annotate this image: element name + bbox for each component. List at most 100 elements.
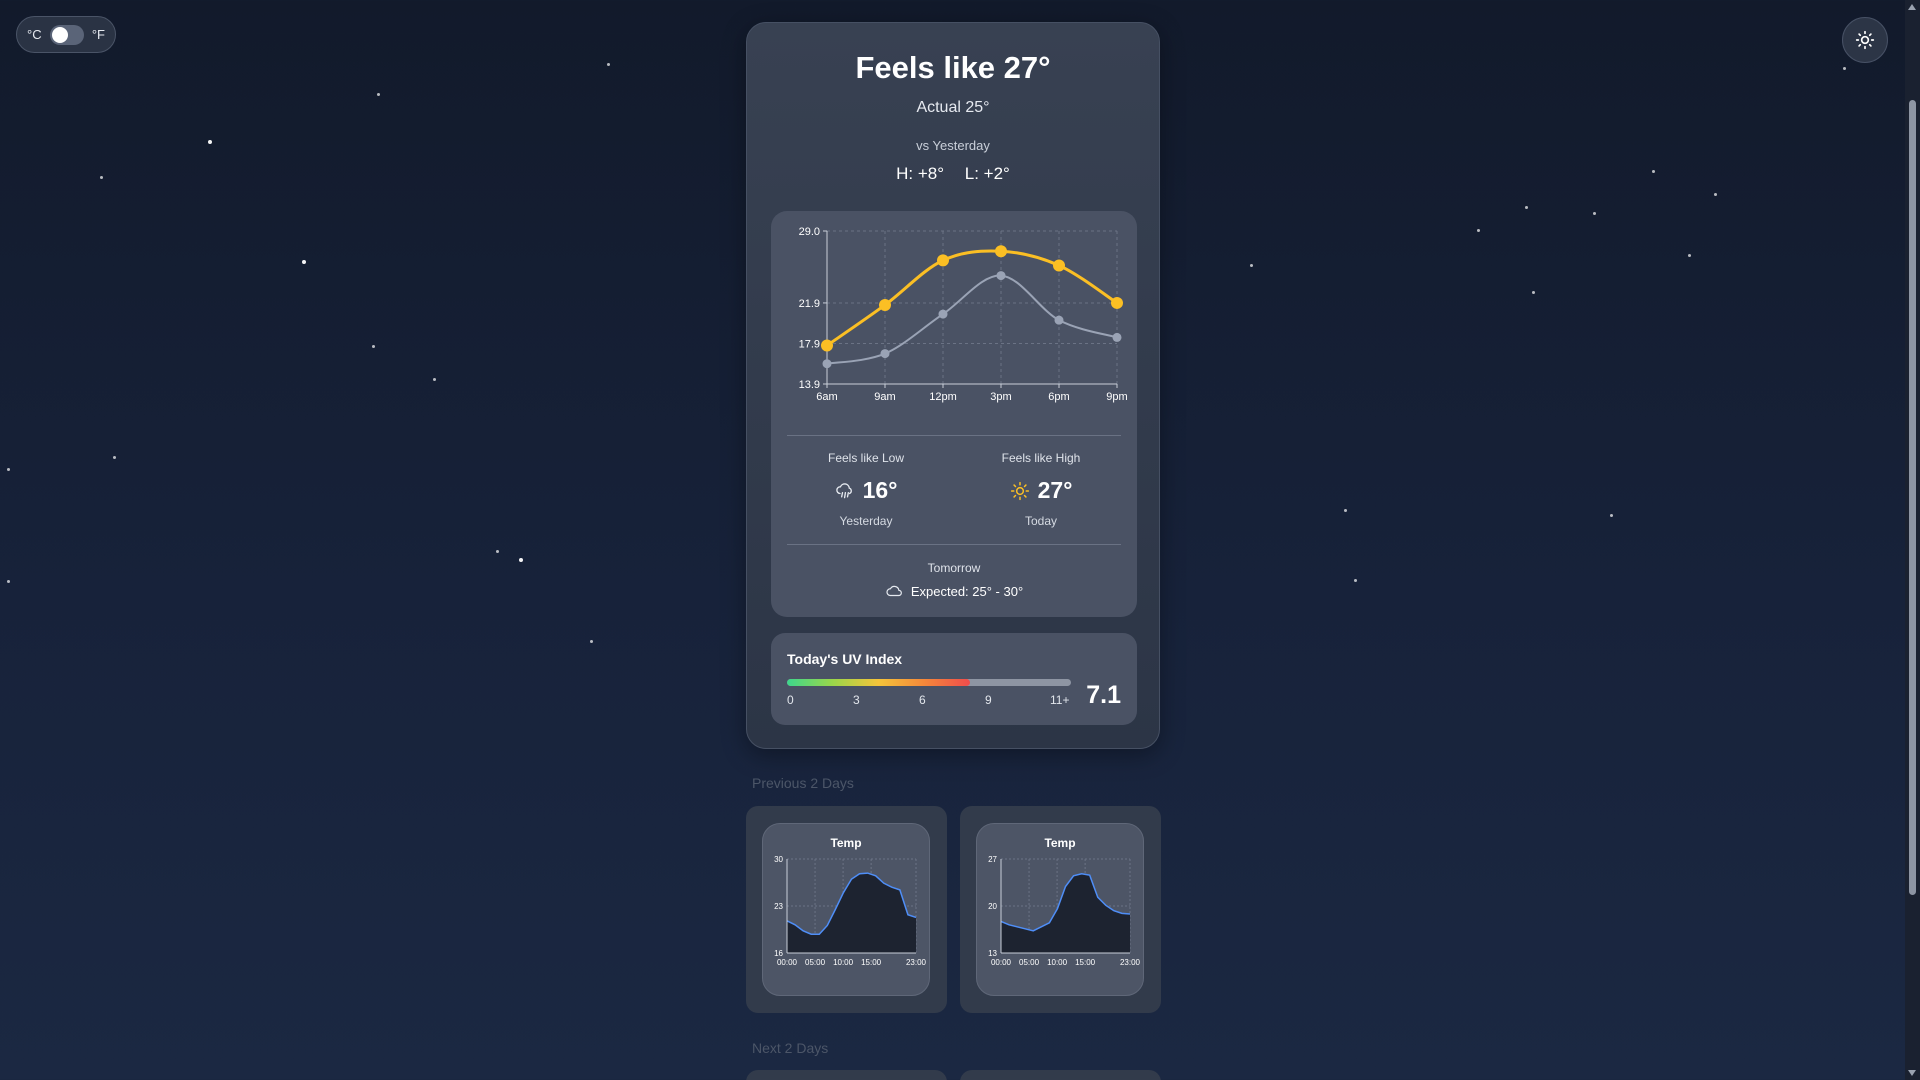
uv-scale-label: 3 [853, 693, 860, 707]
vs-yesterday-label: vs Yesterday [916, 138, 990, 153]
scroll-up-arrow-icon[interactable] [1908, 4, 1916, 10]
x-tick-label: 9am [874, 391, 895, 403]
today-data-point [995, 245, 1007, 258]
previous-day-card[interactable]: Temp 30 23 16 00:00 05:00 10:00 15:00 23:00 [746, 806, 947, 1013]
today-series-line [826, 249, 1118, 347]
star-dot [208, 140, 212, 144]
x-tick-label: 15:00 [861, 958, 882, 967]
actual-temperature: Actual 25° [916, 99, 990, 116]
tomorrow-forecast: Tomorrow Expected: 25° - 30° [771, 561, 1137, 600]
yesterday-data-point [938, 309, 948, 319]
x-tick-label: 00:00 [777, 958, 798, 967]
scroll-down-arrow-icon[interactable] [1908, 1070, 1916, 1076]
previous-days-heading: Previous 2 Days [752, 775, 854, 791]
rain-cloud-icon [835, 482, 852, 498]
comparison-panel: 6am 9am 12pm 3pm 6pm 9pm 29.0 21.9 17.9 13.9 Feel… [771, 211, 1137, 617]
uv-index-title: Today's UV Index [787, 651, 903, 667]
next-days-heading: Next 2 Days [752, 1040, 829, 1056]
page-scrollbar[interactable] [1905, 0, 1920, 1080]
star-dot [7, 468, 10, 471]
y-tick-label: 17.9 [799, 338, 820, 350]
y-tick-label: 30 [774, 855, 783, 864]
high-diff: H: +8° [896, 164, 945, 183]
tomorrow-expected: Expected: 25° - 30° [910, 583, 1024, 599]
star-dot [1688, 254, 1691, 257]
celsius-label: °C [27, 27, 42, 42]
feels-high-value-row: 27° [966, 477, 1116, 504]
tomorrow-label: Tomorrow [927, 561, 981, 575]
star-dot [519, 558, 523, 562]
uv-index-bar-fill [787, 679, 971, 686]
yesterday-data-point [822, 359, 832, 369]
feels-low-value-row: 16° [791, 477, 941, 504]
uv-index-bar [787, 679, 1071, 686]
uv-scale-label: 9 [985, 693, 992, 707]
star-dot [1610, 514, 1613, 517]
star-dot [433, 378, 436, 381]
feels-like-card: Feels like 27° Actual 25° vs Yesterday H… [746, 22, 1160, 749]
previous-day-card[interactable]: Temp 27 20 13 00:00 05:00 10:00 15:00 23:00 [960, 806, 1161, 1013]
feels-high-label: Feels like High [1001, 451, 1081, 465]
star-dot [1525, 206, 1528, 209]
x-tick-label: 23:00 [1120, 958, 1141, 967]
star-dot [1344, 509, 1347, 512]
sun-icon [1855, 30, 1875, 50]
feels-like-low: Feels like Low 16° Yesterday [791, 451, 941, 528]
y-tick-label: 29.0 [799, 226, 820, 238]
uv-scale-label: 11+ [1050, 693, 1070, 707]
y-tick-label: 16 [774, 949, 783, 958]
cloud-icon [886, 585, 902, 597]
star-dot [1354, 579, 1357, 582]
x-tick-label: 9pm [1106, 391, 1127, 403]
theme-toggle-button[interactable] [1842, 17, 1888, 63]
today-data-point [1053, 259, 1065, 272]
x-tick-label: 23:00 [906, 958, 927, 967]
star-dot [1250, 264, 1253, 267]
next-day-card[interactable] [746, 1070, 947, 1080]
low-diff: L: +2° [964, 164, 1010, 183]
day-temp-area-chart: 30 23 1600:00 05:00 10:00 15:00 23:00 [774, 855, 927, 967]
uv-scale-label: 0 [787, 693, 794, 707]
today-data-point [821, 339, 833, 352]
x-tick-label: 15:00 [1075, 958, 1096, 967]
yesterday-data-point [880, 349, 890, 359]
feels-low-value: 16° [862, 477, 898, 503]
y-tick-label: 21.9 [799, 298, 820, 310]
feels-like-line-chart: 6am 9am 12pm 3pm 6pm 9pm 29.0 21.9 17.9 13.9 [799, 226, 1128, 403]
uv-index-scale: 0 3 6 9 11+ [787, 693, 1071, 709]
day-temp-chart-panel: Temp 30 23 16 00:00 05:00 10:00 15:00 23:00 [762, 823, 930, 996]
x-tick-label: 00:00 [991, 958, 1012, 967]
y-tick-label: 20 [988, 902, 997, 911]
star-dot [590, 640, 593, 643]
x-tick-label: 6pm [1048, 391, 1069, 403]
high-low-diff: H: +8° L: +2° [747, 164, 1159, 184]
y-tick-label: 13.9 [799, 379, 820, 391]
star-dot [1652, 170, 1655, 173]
yesterday-series-line [826, 274, 1118, 365]
star-dot [496, 550, 499, 553]
feels-like-title: Feels like 27° [855, 50, 1051, 85]
star-dot [302, 260, 306, 264]
x-tick-label: 12pm [929, 391, 957, 403]
divider [787, 544, 1121, 545]
temp-area-fill [787, 873, 916, 953]
star-dot [372, 345, 375, 348]
feels-high-value: 27° [1037, 477, 1073, 503]
unit-toggle-switch[interactable] [49, 24, 84, 45]
x-tick-label: 05:00 [1019, 958, 1040, 967]
feels-low-day: Yesterday [839, 514, 893, 528]
next-day-card[interactable] [960, 1070, 1161, 1080]
toggle-knob [51, 26, 68, 43]
day-temp-area-chart: 27 20 1300:00 05:00 10:00 15:00 23:00 [988, 855, 1141, 967]
today-data-point [937, 254, 949, 267]
unit-toggle[interactable]: °C °F [16, 16, 116, 53]
day-temp-chart-panel: Temp 27 20 13 00:00 05:00 10:00 15:00 23:00 [976, 823, 1144, 996]
fahrenheit-label: °F [91, 27, 105, 42]
star-dot [7, 580, 10, 583]
star-dot [1593, 212, 1596, 215]
tomorrow-expected-row: Expected: 25° - 30° [771, 582, 1137, 600]
x-tick-label: 10:00 [833, 958, 854, 967]
feels-like-high: Feels like High 27° Today [966, 451, 1116, 528]
scroll-thumb[interactable] [1909, 100, 1916, 895]
yesterday-data-point [996, 271, 1006, 281]
